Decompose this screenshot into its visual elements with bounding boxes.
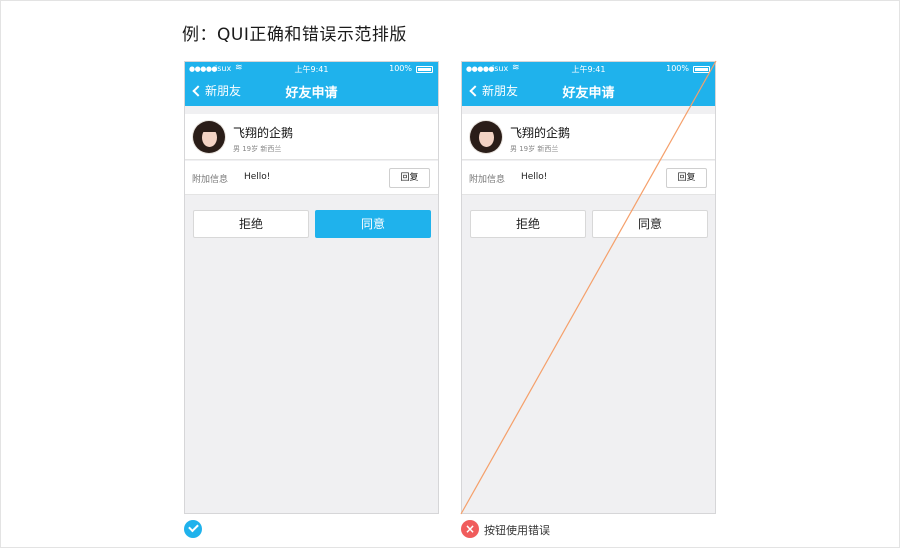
- avatar[interactable]: [192, 120, 226, 154]
- page-title: 例：QUI正确和错误示范排版: [182, 25, 407, 45]
- nav-title: 好友申请: [562, 86, 615, 101]
- phone-wrong: ●●●●● isux ≋ 上午9:41 100% 新朋友 好友申请 飞翔的企鹅 …: [461, 61, 716, 514]
- reply-button[interactable]: 回复: [389, 168, 430, 188]
- status-bar: ●●●●● isux ≋ 上午9:41 100%: [185, 62, 438, 76]
- user-name: 飞翔的企鹅: [233, 126, 294, 140]
- reject-button[interactable]: 拒绝: [470, 210, 586, 238]
- nav-title: 好友申请: [285, 86, 338, 101]
- extra-info-row: 附加信息 Hello! 回复: [462, 161, 715, 195]
- close-circle-icon: ×: [461, 520, 479, 538]
- extra-info-label: 附加信息: [469, 175, 506, 185]
- strike-line: [460, 60, 717, 515]
- extra-info-row: 附加信息 Hello! 回复: [185, 161, 438, 195]
- error-caption: 按钮使用错误: [484, 524, 550, 537]
- user-meta: 男 19岁 新西兰: [510, 145, 559, 153]
- battery-percent: 100%: [666, 64, 689, 73]
- check-circle-icon: [184, 520, 202, 538]
- extra-info-label: 附加信息: [192, 175, 229, 185]
- agree-button[interactable]: 同意: [592, 210, 708, 238]
- frame-border: [0, 0, 900, 548]
- extra-info-message: Hello!: [244, 172, 271, 182]
- battery-icon: [693, 66, 710, 73]
- nav-bar: 新朋友 好友申请: [185, 76, 438, 106]
- user-meta: 男 19岁 新西兰: [233, 145, 282, 153]
- user-name: 飞翔的企鹅: [510, 126, 571, 140]
- status-bar: ●●●●● isux ≋ 上午9:41 100%: [462, 62, 715, 76]
- reject-button[interactable]: 拒绝: [193, 210, 309, 238]
- agree-button[interactable]: 同意: [315, 210, 431, 238]
- nav-bar: 新朋友 好友申请: [462, 76, 715, 106]
- battery-icon: [416, 66, 433, 73]
- phone-correct: ●●●●● isux ≋ 上午9:41 100% 新朋友 好友申请 飞翔的企鹅 …: [184, 61, 439, 514]
- battery-percent: 100%: [389, 64, 412, 73]
- reply-button[interactable]: 回复: [666, 168, 707, 188]
- user-card[interactable]: 飞翔的企鹅 男 19岁 新西兰: [185, 114, 438, 160]
- avatar[interactable]: [469, 120, 503, 154]
- user-card[interactable]: 飞翔的企鹅 男 19岁 新西兰: [462, 114, 715, 160]
- extra-info-message: Hello!: [521, 172, 548, 182]
